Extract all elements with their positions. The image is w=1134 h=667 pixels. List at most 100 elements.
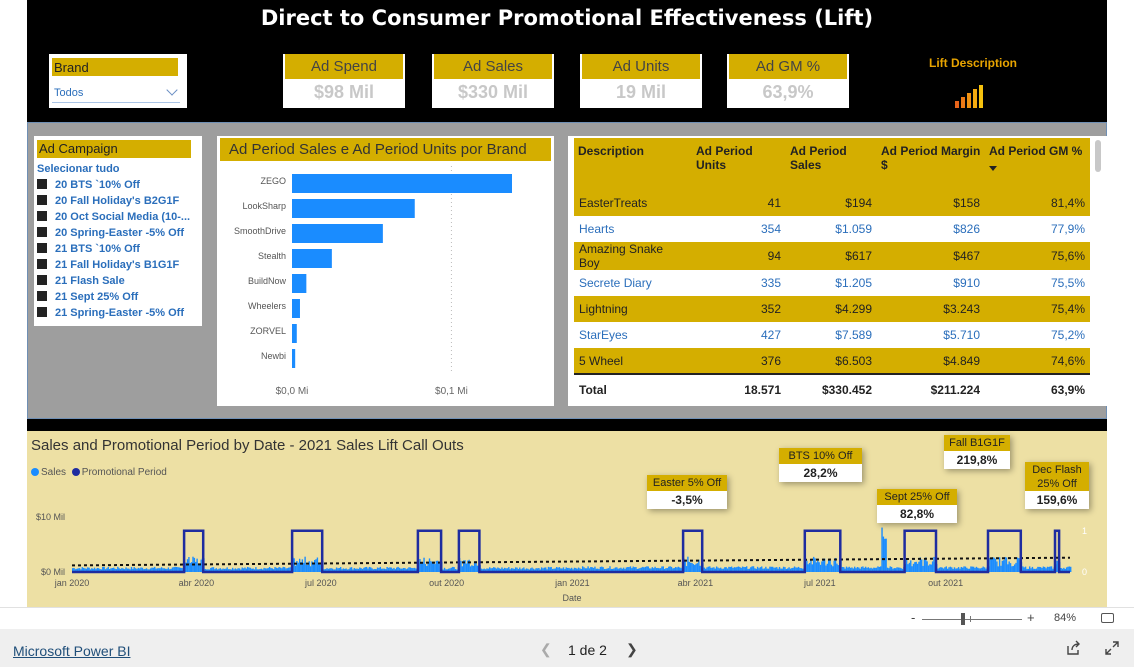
- next-page-icon[interactable]: ❯: [626, 641, 638, 658]
- brand-bar[interactable]: [292, 249, 332, 268]
- column-header[interactable]: Description: [574, 138, 692, 190]
- table-body: EasterTreats 41 $194 $158 81,4% Hearts 354 $1.0…: [574, 190, 1090, 404]
- zoom-slider-track[interactable]: [922, 619, 1022, 620]
- campaign-item[interactable]: 21 Spring-Easter -5% Off: [37, 305, 190, 321]
- sales-bar: [435, 560, 438, 572]
- checkbox-icon[interactable]: [37, 307, 47, 317]
- sales-bar: [825, 565, 827, 572]
- checkbox-icon[interactable]: [37, 243, 47, 253]
- sales-bar: [294, 565, 297, 572]
- row-value: $467: [877, 242, 985, 270]
- sales-bar: [694, 565, 696, 572]
- table-row[interactable]: EasterTreats 41 $194 $158 81,4%: [574, 190, 1090, 216]
- campaign-item[interactable]: 20 Fall Holiday's B2G1F: [37, 193, 190, 209]
- campaign-item[interactable]: 21 Flash Sale: [37, 273, 190, 289]
- campaign-item[interactable]: 20 Oct Social Media (10-...: [37, 209, 190, 225]
- sales-bar: [699, 565, 701, 572]
- campaign-item[interactable]: 20 Spring-Easter -5% Off: [37, 225, 190, 241]
- sales-bar: [814, 558, 816, 572]
- expand-icon[interactable]: [1104, 640, 1120, 656]
- column-header[interactable]: Ad Period Units: [692, 138, 786, 190]
- brand-bar[interactable]: [292, 299, 300, 318]
- table-row[interactable]: Hearts 354 $1.059 $826 77,9%: [574, 216, 1090, 242]
- campaign-item[interactable]: 21 Sept 25% Off: [37, 289, 190, 305]
- timeline-legend: Sales Promotional Period: [31, 467, 167, 478]
- lift-description-button[interactable]: Lift Description: [893, 50, 1053, 112]
- campaign-item-label: 21 Flash Sale: [55, 275, 125, 287]
- kpi-card-ad-sales: Ad Sales $330 Mil: [432, 54, 554, 108]
- table-row[interactable]: Secrete Diary 335 $1.205 $910 75,5%: [574, 270, 1090, 296]
- sales-bar: [296, 561, 298, 572]
- checkbox-icon[interactable]: [37, 179, 47, 189]
- report-title: Direct to Consumer Promotional Effective…: [260, 6, 874, 30]
- sales-bar: [195, 561, 197, 572]
- total-value: 18.571: [692, 373, 786, 404]
- row-value: $1.059: [786, 216, 877, 242]
- brand-bar[interactable]: [292, 324, 297, 343]
- checkbox-icon[interactable]: [37, 291, 47, 301]
- brand-bar[interactable]: [292, 349, 296, 368]
- share-icon[interactable]: [1066, 640, 1082, 656]
- campaign-item[interactable]: 21 Fall Holiday's B1G1F: [37, 257, 190, 273]
- brand-bar[interactable]: [292, 199, 415, 218]
- sales-bar: [837, 565, 839, 572]
- kpi-value: 19 Mil: [615, 82, 667, 102]
- row-description: Hearts: [574, 216, 692, 242]
- table-scrollbar[interactable]: [1095, 140, 1101, 172]
- column-header-label: Ad Period Sales: [790, 144, 847, 172]
- zoom-slider-thumb[interactable]: [961, 613, 965, 625]
- table-row[interactable]: 5 Wheel 376 $6.503 $4.849 74,6%: [574, 348, 1090, 374]
- row-value: $5.710: [877, 322, 985, 348]
- campaign-item-label: 21 Sept 25% Off: [55, 291, 139, 303]
- brand-dropdown[interactable]: Todos: [52, 81, 180, 103]
- x-tick-label: abr 2020: [179, 578, 215, 588]
- checkbox-icon[interactable]: [37, 211, 47, 221]
- column-header-label: Ad Period Units: [696, 144, 753, 172]
- row-value: $617: [786, 242, 877, 270]
- sales-bar: [907, 564, 909, 572]
- callout-value: 159,6%: [1025, 491, 1089, 509]
- column-header[interactable]: Ad Period Sales: [786, 138, 877, 190]
- previous-page-icon[interactable]: ❮: [540, 641, 552, 658]
- campaign-item[interactable]: 20 BTS `10% Off: [37, 177, 190, 193]
- zoom-out-button[interactable]: -: [911, 610, 915, 625]
- table-row[interactable]: StarEyes 427 $7.589 $5.710 75,2%: [574, 322, 1090, 348]
- table-row[interactable]: Amazing Snake Boy 94 $617 $467 75,6%: [574, 242, 1090, 270]
- brand-dropdown-value: Todos: [54, 87, 84, 99]
- sales-bar: [926, 561, 928, 572]
- table-row[interactable]: Lightning 352 $4.299 $3.243 75,4%: [574, 296, 1090, 322]
- kpi-label: Ad Sales: [434, 54, 552, 79]
- sales-bar: [419, 559, 421, 572]
- chevron-down-icon[interactable]: [166, 84, 178, 96]
- fit-to-page-icon[interactable]: [1101, 613, 1114, 623]
- x-tick-label: abr 2021: [678, 578, 714, 588]
- campaign-item[interactable]: 21 BTS `10% Off: [37, 241, 190, 257]
- brand-bar[interactable]: [292, 174, 512, 193]
- ad-campaign-slicer[interactable]: Ad Campaign Selecionar tudo 20 BTS `10% …: [34, 136, 202, 326]
- checkbox-icon[interactable]: [37, 227, 47, 237]
- power-bi-link[interactable]: Microsoft Power BI: [13, 643, 130, 659]
- sales-bar: [1018, 558, 1020, 572]
- checkbox-icon[interactable]: [37, 259, 47, 269]
- brand-slicer[interactable]: Brand Todos: [49, 54, 187, 108]
- checkbox-icon[interactable]: [37, 195, 47, 205]
- sales-bar: [884, 538, 886, 572]
- kpi-card-ad-gm: Ad GM % 63,9%: [727, 54, 849, 108]
- column-header[interactable]: Ad Period GM %: [985, 138, 1090, 190]
- brand-bar[interactable]: [292, 274, 307, 293]
- row-value: $4.299: [786, 296, 877, 322]
- zoom-in-button[interactable]: +: [1027, 610, 1035, 625]
- brand-bar[interactable]: [292, 224, 383, 243]
- callout-dec-flash: Dec Flash 25% Off 159,6%: [1025, 462, 1089, 509]
- total-value: $330.452: [786, 373, 877, 404]
- sales-bar: [1016, 557, 1019, 572]
- row-value: 74,6%: [985, 348, 1090, 374]
- campaign-item-label: 20 BTS `10% Off: [55, 179, 140, 191]
- column-header[interactable]: Ad Period Margin $: [877, 138, 985, 190]
- checkbox-icon[interactable]: [37, 275, 47, 285]
- campaign-item[interactable]: Selecionar tudo: [37, 161, 190, 177]
- x-tick-label: out 2021: [928, 578, 963, 588]
- description-table: Description Ad Period Units Ad Period Sa…: [574, 138, 1090, 404]
- bar-category-label: SmoothDrive: [234, 226, 286, 236]
- bar-chart-icon: [955, 84, 995, 108]
